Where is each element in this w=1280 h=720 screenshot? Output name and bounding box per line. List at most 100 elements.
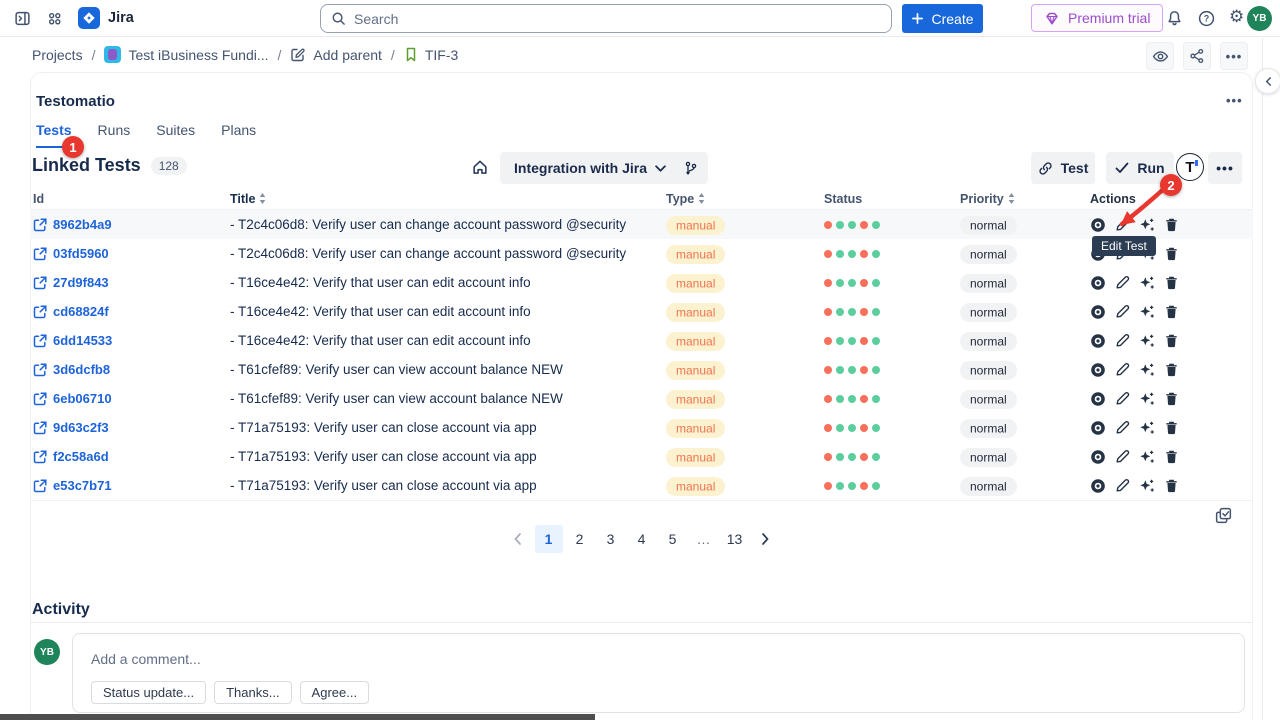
edit-test-icon[interactable] [1115,275,1130,290]
column-header-type[interactable]: Type [666,192,824,206]
settings-gear-icon[interactable]: ⚙ [1229,9,1244,26]
toolbar-more-icon[interactable]: ••• [1208,152,1242,184]
edit-test-icon[interactable] [1115,449,1130,464]
home-icon[interactable] [471,158,489,176]
tab-plans[interactable]: Plans [221,122,256,148]
test-status-dots [824,395,960,403]
link-test-button[interactable]: Test [1031,152,1095,184]
app-switcher-icon[interactable] [46,10,63,27]
test-id-link[interactable]: 6dd14533 [33,333,112,348]
delete-test-icon[interactable] [1164,217,1179,232]
view-test-icon[interactable] [1090,333,1106,349]
quick-replies: Status update... Thanks... Agree... [91,681,369,704]
create-button[interactable]: Create [902,4,983,33]
breadcrumb-project[interactable]: Test iBusiness Fundi... [104,46,268,63]
panel-more-icon[interactable]: ••• [1226,93,1243,108]
tab-runs[interactable]: Runs [98,122,131,148]
test-id-link[interactable]: 8962b4a9 [33,217,112,232]
test-id-link[interactable]: 9d63c2f3 [33,420,109,435]
pagination-next-icon[interactable] [752,525,780,553]
branch-icon [684,161,698,176]
column-header-title[interactable]: Title [230,192,666,206]
ai-improve-icon[interactable] [1139,478,1155,494]
test-id-link[interactable]: f2c58a6d [33,449,109,464]
quick-reply-button[interactable]: Status update... [91,681,206,704]
edit-test-icon[interactable] [1115,362,1130,377]
delete-test-icon[interactable] [1164,275,1179,290]
view-test-icon[interactable] [1090,217,1106,233]
quick-reply-button[interactable]: Agree... [300,681,370,704]
notifications-bell-icon[interactable] [1166,10,1183,27]
ai-improve-icon[interactable] [1139,304,1155,320]
sidebar-toggle-icon[interactable] [14,10,31,27]
delete-test-icon[interactable] [1164,362,1179,377]
delete-test-icon[interactable] [1164,478,1179,493]
testomatio-logo-button[interactable]: T [1176,153,1204,181]
view-test-icon[interactable] [1090,362,1106,378]
ai-improve-icon[interactable] [1139,275,1155,291]
edit-test-icon[interactable] [1115,420,1130,435]
watch-eye-icon[interactable] [1146,42,1174,70]
pagination-prev-icon[interactable] [504,525,532,553]
test-id-link[interactable]: 6eb06710 [33,391,112,406]
breadcrumb-issue-key[interactable]: TIF-3 [404,47,458,63]
ai-improve-icon[interactable] [1139,333,1155,349]
test-id-link[interactable]: 27d9f843 [33,275,109,290]
ai-improve-icon[interactable] [1139,362,1155,378]
user-avatar[interactable]: YB [1247,6,1272,31]
delete-test-icon[interactable] [1164,420,1179,435]
jira-home-link[interactable]: Jira [78,7,134,29]
pagination-page-4[interactable]: 4 [628,525,656,553]
ai-improve-icon[interactable] [1139,217,1155,233]
view-test-icon[interactable] [1090,304,1106,320]
pagination-page-13[interactable]: 13 [721,525,749,553]
branch-button[interactable] [674,152,708,184]
share-icon[interactable] [1183,42,1211,70]
view-test-icon[interactable] [1090,420,1106,436]
delete-test-icon[interactable] [1164,304,1179,319]
ai-improve-icon[interactable] [1139,449,1155,465]
edit-test-icon[interactable] [1115,304,1130,319]
page-more-icon[interactable]: ••• [1220,42,1248,70]
breadcrumb-add-parent[interactable]: Add parent [290,47,382,63]
test-id-link[interactable]: cd68824f [33,304,109,319]
pagination-page-5[interactable]: 5 [659,525,687,553]
breadcrumb: Projects / Test iBusiness Fundi... / Add… [32,46,458,63]
view-test-icon[interactable] [1090,275,1106,291]
edit-test-icon[interactable] [1115,217,1130,232]
test-id-link[interactable]: 3d6dcfb8 [33,362,110,377]
delete-test-icon[interactable] [1164,333,1179,348]
column-header-priority[interactable]: Priority [960,192,1090,206]
breadcrumb-projects[interactable]: Projects [32,47,83,63]
premium-trial-button[interactable]: Premium trial [1031,4,1163,32]
delete-test-icon[interactable] [1164,391,1179,406]
integration-dropdown[interactable]: Integration with Jira [500,152,680,184]
pagination-page-1[interactable]: 1 [535,525,563,553]
collapse-panel-button[interactable] [1255,68,1280,94]
test-id-link[interactable]: 03fd5960 [33,246,109,261]
help-icon[interactable]: ? [1198,10,1215,27]
status-dot-red [860,308,868,316]
edit-test-icon[interactable] [1115,478,1130,493]
search-input[interactable]: Search [320,4,892,33]
view-test-icon[interactable] [1090,449,1106,465]
edit-test-icon[interactable] [1115,391,1130,406]
delete-test-icon[interactable] [1164,246,1179,261]
view-test-icon[interactable] [1090,391,1106,407]
status-dot-red [860,395,868,403]
quick-reply-button[interactable]: Thanks... [214,681,291,704]
status-dot-red [860,250,868,258]
bulk-select-icon[interactable] [1214,506,1233,525]
test-type: manual [666,362,824,377]
tab-suites[interactable]: Suites [156,122,195,148]
pagination-page-3[interactable]: 3 [597,525,625,553]
view-test-icon[interactable] [1090,478,1106,494]
delete-test-icon[interactable] [1164,449,1179,464]
ai-improve-icon[interactable] [1139,420,1155,436]
ai-improve-icon[interactable] [1139,391,1155,407]
comment-box[interactable]: Add a comment... Status update...Thanks.… [72,633,1245,713]
pagination-page-2[interactable]: 2 [566,525,594,553]
edit-test-icon[interactable] [1115,333,1130,348]
external-link-icon [33,247,47,261]
test-id-link[interactable]: e53c7b71 [33,478,112,493]
